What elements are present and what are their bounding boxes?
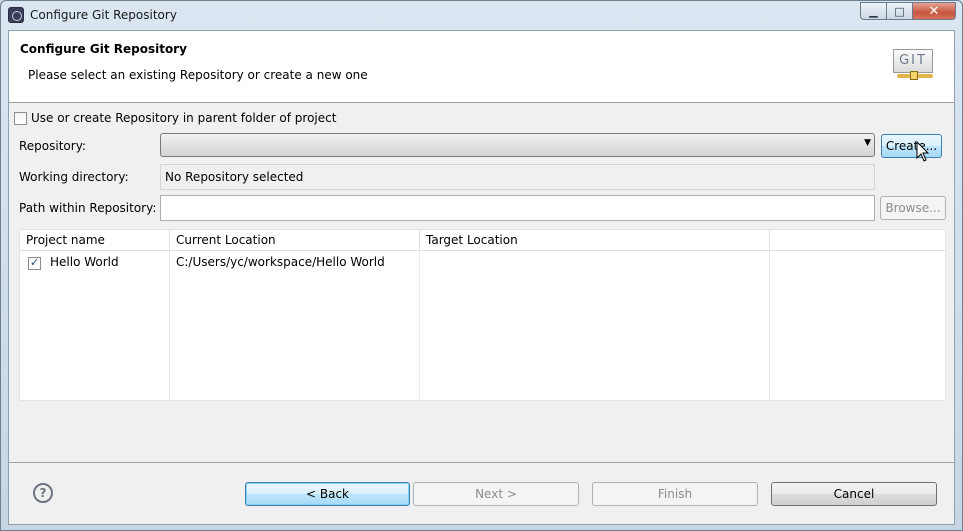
eclipse-app-icon xyxy=(8,7,24,23)
back-button[interactable]: < Back xyxy=(245,482,410,506)
dialog-window: Configure Git Repository ▁ □ ✕ Configure… xyxy=(0,0,963,531)
parent-folder-checkbox[interactable] xyxy=(14,112,27,125)
wizard-title: Configure Git Repository xyxy=(20,42,187,56)
column-header-target-location[interactable]: Target Location xyxy=(420,230,770,251)
window-controls: ▁ □ ✕ xyxy=(860,2,956,20)
next-button[interactable]: Next > xyxy=(413,482,579,506)
project-checkbox[interactable] xyxy=(28,256,41,270)
close-icon: ✕ xyxy=(928,3,940,19)
repository-combo[interactable]: ▼ xyxy=(160,133,875,157)
cancel-button[interactable]: Cancel xyxy=(771,482,937,506)
column-header-project-name[interactable]: Project name xyxy=(20,230,170,251)
minimize-icon: ▁ xyxy=(869,4,878,18)
maximize-icon: □ xyxy=(894,4,905,18)
browse-button[interactable]: Browse... xyxy=(880,196,946,220)
parent-folder-label: Use or create Repository in parent folde… xyxy=(31,111,337,125)
path-within-label: Path within Repository: xyxy=(19,201,157,215)
wizard-header: Configure Git Repository Please select a… xyxy=(9,31,954,103)
column-header-current-location[interactable]: Current Location xyxy=(170,230,420,251)
help-icon[interactable]: ? xyxy=(33,483,53,503)
window-title: Configure Git Repository xyxy=(30,8,177,22)
title-bar[interactable]: Configure Git Repository ▁ □ ✕ xyxy=(1,1,962,30)
table-header: Project name Current Location Target Loc… xyxy=(20,230,945,251)
projects-table[interactable]: Project name Current Location Target Loc… xyxy=(19,229,946,401)
repository-label: Repository: xyxy=(19,139,86,153)
finish-button[interactable]: Finish xyxy=(592,482,758,506)
project-name-cell: Hello World xyxy=(50,255,119,269)
git-logo-icon: GIT xyxy=(893,44,935,84)
column-header-empty xyxy=(770,230,945,251)
wizard-description: Please select an existing Repository or … xyxy=(28,68,368,82)
working-directory-label: Working directory: xyxy=(19,170,129,184)
close-button[interactable]: ✕ xyxy=(912,2,956,20)
table-row[interactable]: Hello World C:/Users/yc/workspace/Hello … xyxy=(20,253,945,273)
current-location-cell: C:/Users/yc/workspace/Hello World xyxy=(176,255,385,269)
mouse-cursor-icon xyxy=(916,141,930,162)
footer-separator xyxy=(9,462,954,463)
create-repository-button[interactable]: Create... xyxy=(881,134,942,158)
git-logo-text: GIT xyxy=(893,49,933,73)
path-within-input[interactable] xyxy=(160,195,875,221)
dropdown-arrow-icon: ▼ xyxy=(864,138,871,148)
maximize-button[interactable]: □ xyxy=(886,2,912,20)
working-directory-field: No Repository selected xyxy=(160,164,875,190)
minimize-button[interactable]: ▁ xyxy=(860,2,886,20)
dialog-client-area: Configure Git Repository Please select a… xyxy=(8,30,955,525)
